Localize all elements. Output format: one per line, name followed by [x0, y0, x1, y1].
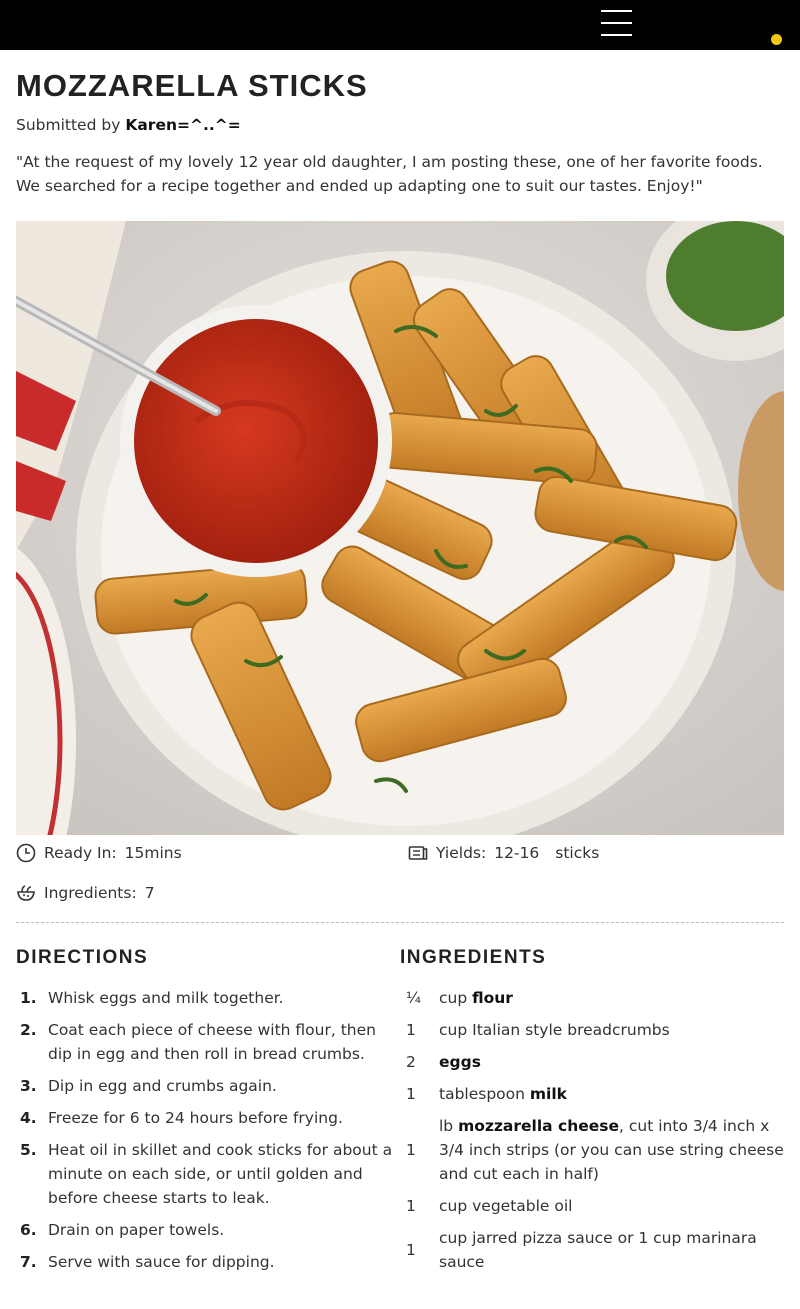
ingredients-list: ¼ cup flour 1 cup Italian style breadcru…	[400, 986, 784, 1282]
direction-step: 2. Coat each piece of cheese with flour, …	[20, 1021, 376, 1063]
ingredient-qty: ¼	[406, 989, 422, 1007]
ready-in-value: 15mins	[124, 844, 182, 862]
recipe-description: "At the request of my lovely 12 year old…	[16, 153, 763, 195]
yields-info: Yields: 12-16 sticks	[408, 843, 599, 863]
ingredients-count-label: Ingredients:	[44, 884, 137, 902]
ingredient-item: 1 cup vegetable oil	[400, 1194, 784, 1218]
ingredient-unit: cup	[439, 1229, 468, 1247]
serving-card-icon	[408, 846, 428, 860]
ingredient-item: ¼ cup flour	[400, 986, 784, 1010]
yields-unit: sticks	[555, 844, 600, 862]
ingredient-name-link[interactable]: flour	[472, 989, 513, 1007]
submitted-by-label: Submitted by	[16, 116, 121, 134]
ingredient-qty: 1	[406, 1141, 416, 1159]
page-title: MOZZARELLA STICKS	[16, 68, 368, 103]
ingredient-item: 1 tablespoon milk	[400, 1082, 784, 1106]
yields-label: Yields:	[436, 844, 487, 862]
ingredient-qty: 2	[406, 1053, 416, 1071]
direction-step: 3. Dip in egg and crumbs again.	[20, 1077, 277, 1095]
ingredient-qty: 1	[406, 1085, 416, 1103]
ingredient-name-link[interactable]: mozzarella cheese	[458, 1117, 619, 1135]
recipe-photo	[16, 221, 784, 835]
ingredients-count-value: 7	[144, 884, 155, 902]
top-navigation-bar	[0, 0, 800, 50]
ingredient-item: 2 eggs	[400, 1050, 784, 1074]
direction-step: 1. Whisk eggs and milk together.	[20, 989, 284, 1007]
direction-step: 5. Heat oil in skillet and cook sticks fo…	[20, 1141, 393, 1207]
ingredient-unit: tablespoon	[439, 1085, 525, 1103]
ingredient-qty: 1	[406, 1197, 416, 1215]
hamburger-menu-icon[interactable]	[598, 6, 634, 40]
bowl-ingredients-icon	[17, 885, 35, 901]
ingredient-qty: 1	[406, 1241, 416, 1259]
ingredient-item: 1 lb mozzarella cheese, cut into 3/4 inc…	[400, 1114, 784, 1186]
directions-list: 1. Whisk eggs and milk together. 2. Coat e…	[16, 986, 400, 1282]
ready-in-info: Ready In: 15mins	[16, 843, 182, 863]
ingredient-item: 1 cup jarred pizza sauce or 1 cup marina…	[400, 1226, 784, 1274]
ready-in-label: Ready In:	[44, 844, 117, 862]
ingredient-unit: cup	[439, 989, 468, 1007]
ingredient-item: 1 cup Italian style breadcrumbs	[400, 1018, 784, 1042]
ingredients-count-info: Ingredients: 7	[16, 883, 155, 903]
ingredient-qty: 1	[406, 1021, 416, 1039]
ingredients-heading: INGREDIENTS	[400, 947, 547, 968]
direction-step: 6. Drain on paper towels.	[20, 1221, 225, 1239]
clock-icon	[16, 843, 36, 863]
directions-heading: DIRECTIONS	[16, 947, 149, 968]
author-link[interactable]: Karen=^..^=	[125, 116, 240, 134]
section-divider	[16, 922, 784, 923]
notification-dot	[771, 34, 782, 45]
direction-step: 7. Serve with sauce for dipping.	[20, 1253, 275, 1271]
ingredient-unit: cup	[439, 1021, 468, 1039]
mozzarella-sticks-photo	[16, 221, 784, 835]
ingredient-unit: cup	[439, 1197, 468, 1215]
yields-value: 12-16	[494, 844, 540, 862]
ingredient-name-link[interactable]: milk	[530, 1085, 567, 1103]
ingredient-name-link[interactable]: eggs	[439, 1053, 481, 1071]
ingredient-unit: lb	[439, 1117, 454, 1135]
direction-step: 4. Freeze for 6 to 24 hours before frying…	[20, 1109, 343, 1127]
submitted-by: Submitted by Karen=^..^=	[16, 116, 241, 134]
